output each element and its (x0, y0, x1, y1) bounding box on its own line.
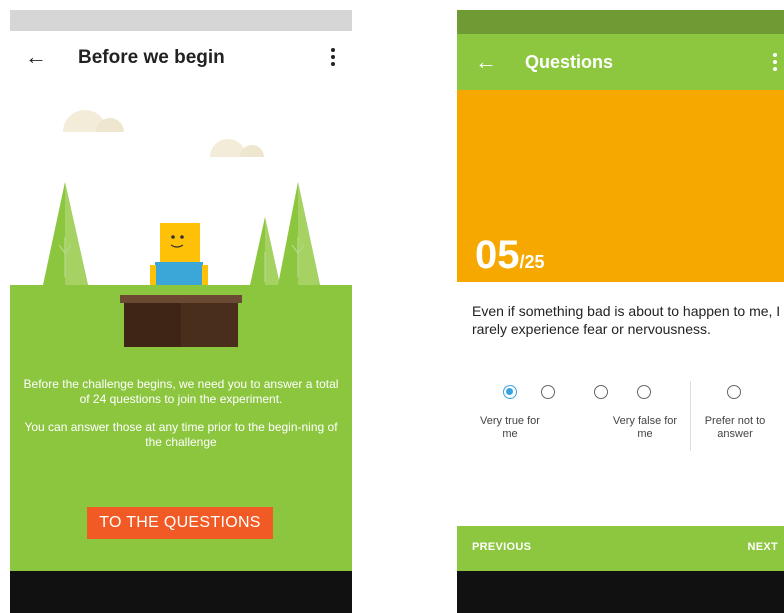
back-arrow-icon[interactable]: ← (24, 45, 48, 69)
option-label-very-false: Very false for me (612, 415, 678, 440)
questions-screen: ← Questions 05/25 Even if something bad … (457, 10, 784, 613)
previous-button[interactable]: PREVIOUS (472, 541, 531, 553)
option-label-prefer-not: Prefer not to answer (704, 415, 766, 440)
navigation-bar (10, 571, 352, 613)
illustration-scene (43, 110, 320, 285)
radio-option-3[interactable] (594, 385, 608, 399)
radio-prefer-not[interactable] (727, 385, 741, 399)
counter-current: 05 (475, 233, 520, 277)
character-illustration (150, 223, 208, 285)
more-vert-icon[interactable] (328, 45, 338, 69)
desk-illustration (120, 295, 242, 347)
page-title: Before we begin (78, 47, 225, 68)
radio-option-4[interactable] (637, 385, 651, 399)
question-header: 05/25 (457, 90, 784, 282)
intro-text-secondary: You can answer those at any time prior t… (24, 420, 338, 449)
status-bar (457, 10, 784, 34)
question-text: Even if something bad is about to happen… (472, 303, 781, 337)
options-divider (690, 381, 691, 451)
to-questions-button[interactable]: TO THE QUESTIONS (87, 507, 273, 539)
next-button[interactable]: NEXT (747, 541, 778, 553)
option-label-very-true: Very true for me (480, 415, 540, 440)
before-we-begin-screen: ← Before we begin Before the challenge b… (10, 10, 352, 613)
navigation-bar (457, 571, 784, 613)
status-bar (10, 10, 352, 31)
intro-text: Before the challenge begins, we need you… (23, 377, 339, 406)
radio-option-2[interactable] (541, 385, 555, 399)
page-title: Questions (525, 52, 614, 72)
app-bar: ← Questions (457, 34, 784, 90)
question-counter: 05/25 (475, 233, 545, 278)
radio-option-1[interactable] (503, 385, 517, 399)
cloud-illustration (63, 110, 264, 157)
app-bar: ← Before we begin (10, 31, 352, 87)
more-vert-icon[interactable] (770, 50, 780, 74)
back-arrow-icon[interactable]: ← (475, 50, 497, 74)
counter-total: /25 (519, 252, 545, 272)
question-nav-bar: PREVIOUS NEXT (457, 526, 784, 571)
